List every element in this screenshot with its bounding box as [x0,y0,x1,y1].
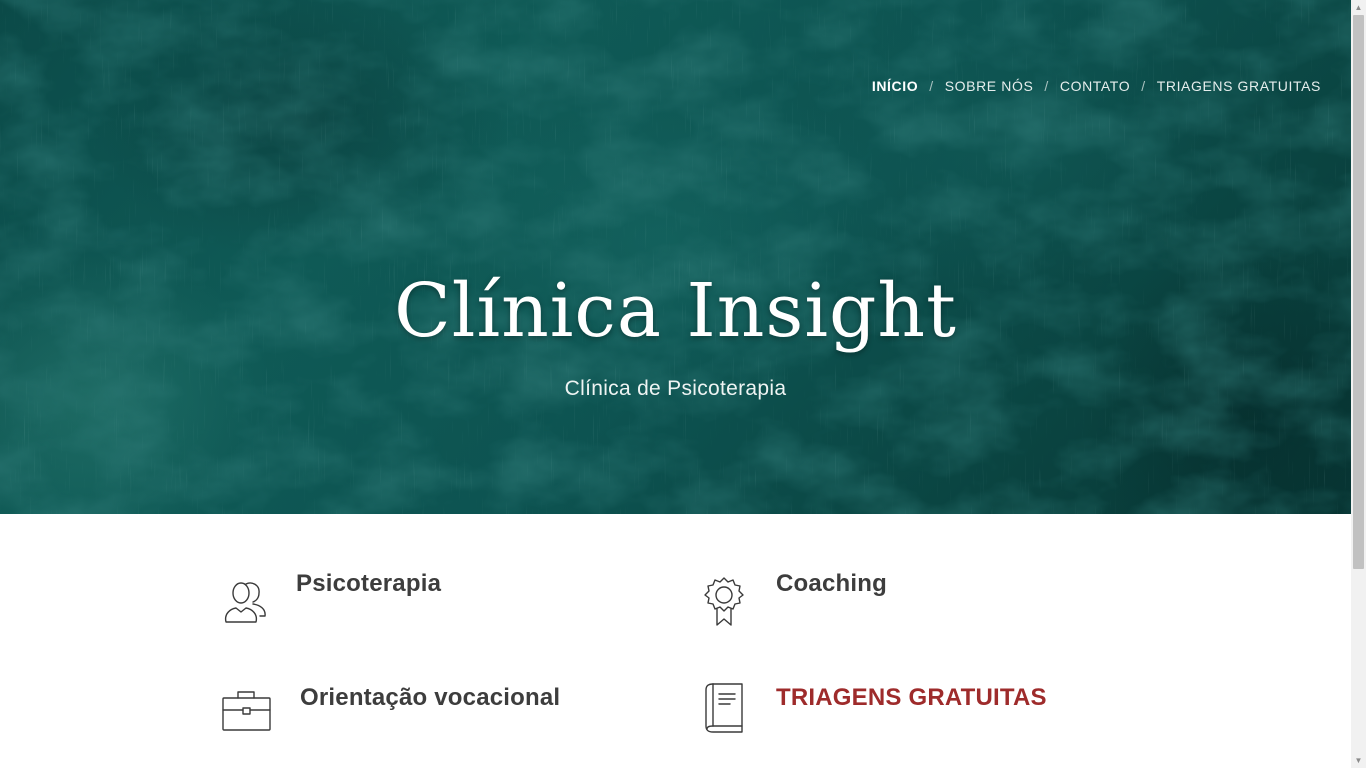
main-nav: INÍCIO / SOBRE NÓS / CONTATO / TRIAGENS … [872,78,1321,94]
nav-separator: / [929,78,934,94]
nav-separator: / [1044,78,1049,94]
nav-separator: / [1141,78,1146,94]
service-label: Psicoterapia [296,570,442,597]
scrollbar-thumb[interactable] [1353,15,1364,569]
services-section: Psicoterapia Coaching Orientação vocacio… [0,514,1351,768]
users-icon [218,576,274,632]
nav-item-inicio[interactable]: INÍCIO [872,78,918,94]
scroll-up-arrow-icon[interactable]: ▲ [1351,0,1366,15]
hero-subtitle: Clínica de Psicoterapia [564,377,787,400]
service-psicoterapia[interactable]: Psicoterapia [218,570,638,636]
hero-banner: INÍCIO / SOBRE NÓS / CONTATO / TRIAGENS … [0,0,1351,514]
service-label: Coaching [776,570,887,597]
nav-item-contato[interactable]: CONTATO [1060,78,1130,94]
nav-item-triagens-gratuitas[interactable]: TRIAGENS GRATUITAS [1157,78,1321,94]
award-icon [702,576,758,632]
vertical-scrollbar[interactable]: ▲ ▼ [1351,0,1366,768]
page: INÍCIO / SOBRE NÓS / CONTATO / TRIAGENS … [0,0,1351,768]
service-label: TRIAGENS GRATUITAS [776,684,1047,711]
service-label: Orientação vocacional [300,684,561,711]
hero-title: Clínica Insight [394,268,957,354]
scroll-down-arrow-icon[interactable]: ▼ [1351,753,1366,768]
briefcase-icon [221,688,277,744]
nav-item-sobre-nos[interactable]: SOBRE NÓS [945,78,1034,94]
book-icon [704,682,760,738]
service-coaching[interactable]: Coaching [702,570,1122,636]
service-orientacao-vocacional[interactable]: Orientação vocacional [221,684,641,748]
service-triagens-gratuitas[interactable]: TRIAGENS GRATUITAS [704,682,1124,742]
